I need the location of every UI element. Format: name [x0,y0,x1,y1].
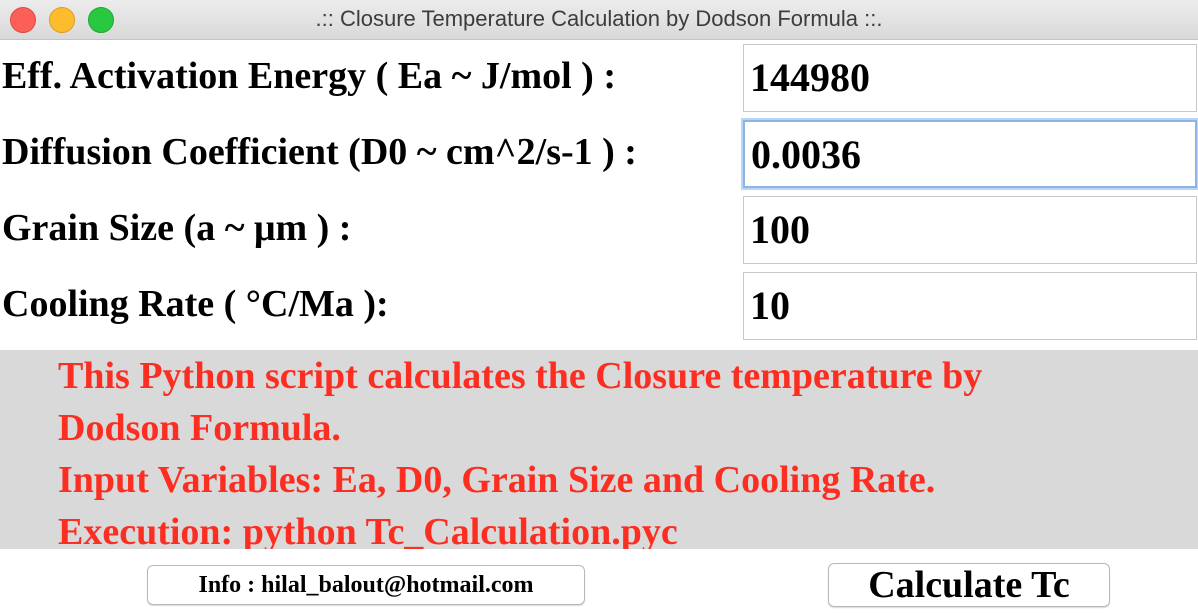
grain-size-row: Grain Size (a ~ μm ) : 100 [0,192,1198,268]
calculate-tc-button[interactable]: Calculate Tc [828,563,1110,607]
info-line-description: This Python script calculates the Closur… [58,355,983,397]
grain-size-input[interactable]: 100 [743,196,1197,264]
grain-size-label: Grain Size (a ~ μm ) : [2,207,352,249]
activation-energy-row: Eff. Activation Energy ( Ea ~ J/mol ) : … [0,40,1198,116]
info-line-input-variables: Input Variables: Ea, D0, Grain Size and … [58,459,936,501]
app-window: .:: Closure Temperature Calculation by D… [0,0,1198,614]
cooling-rate-row: Cooling Rate ( °C/Ma ): 10 [0,268,1198,344]
activation-energy-input[interactable]: 144980 [743,44,1197,112]
info-panel: This Python script calculates the Closur… [0,350,1198,553]
cooling-rate-input[interactable]: 10 [743,272,1197,340]
diffusion-coefficient-label: Diffusion Coefficient (D0 ~ cm^2/s-1 ) : [2,131,637,173]
window-title: .:: Closure Temperature Calculation by D… [315,6,883,31]
activation-energy-label: Eff. Activation Energy ( Ea ~ J/mol ) : [2,55,616,97]
info-button[interactable]: Info : hilal_balout@hotmail.com [147,565,585,605]
diffusion-coefficient-row: Diffusion Coefficient (D0 ~ cm^2/s-1 ) :… [0,116,1198,192]
cooling-rate-label: Cooling Rate ( °C/Ma ): [2,283,389,325]
info-line-description-cont: Dodson Formula. [58,407,341,449]
button-bar: Info : hilal_balout@hotmail.com Calculat… [0,549,1198,614]
diffusion-coefficient-input[interactable]: 0.0036 [743,120,1197,188]
title-bar[interactable]: .:: Closure Temperature Calculation by D… [0,0,1198,40]
